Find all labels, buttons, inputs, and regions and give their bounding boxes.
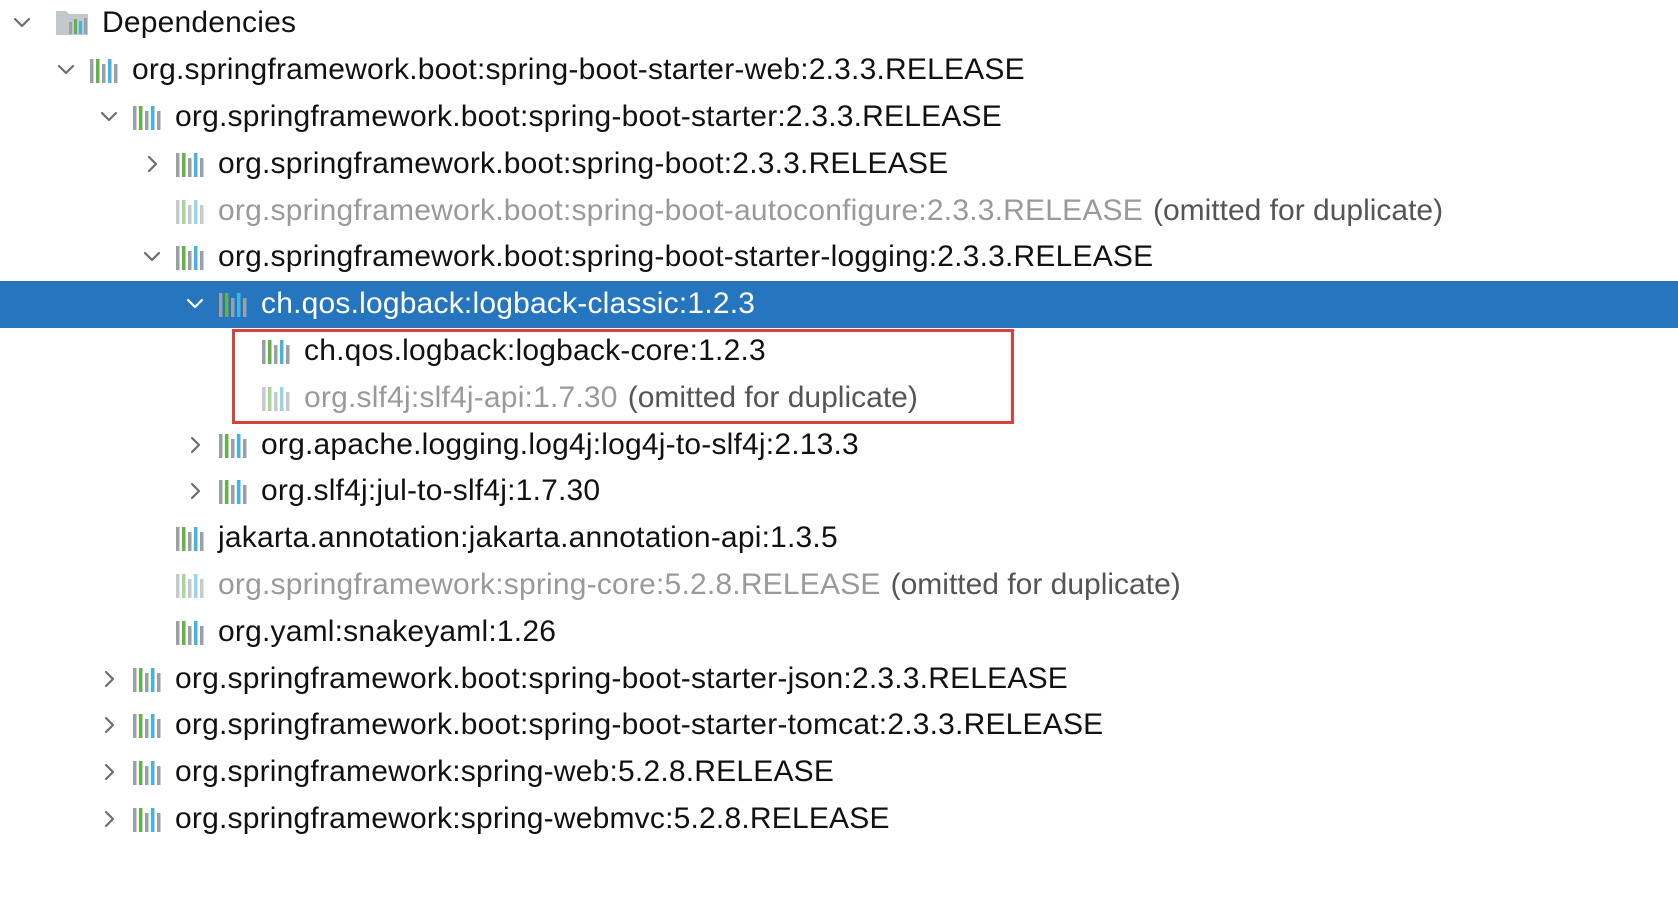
dependency-row[interactable]: org.springframework:spring-core:5.2.8.RE… (0, 562, 1678, 609)
dependency-row[interactable]: org.springframework:spring-web:5.2.8.REL… (0, 749, 1678, 796)
chevron-down-icon[interactable] (87, 94, 131, 140)
dependency-label: org.springframework.boot:spring-boot-sta… (175, 708, 1104, 742)
dependency-row[interactable]: jakarta.annotation:jakarta.annotation-ap… (0, 515, 1678, 562)
dependency-label: org.springframework.boot:spring-boot-sta… (218, 240, 1154, 274)
dependency-row[interactable]: ch.qos.logback:logback-core:1.2.3 (0, 328, 1678, 375)
chevron-down-icon[interactable] (0, 0, 44, 46)
dependency-row[interactable]: org.apache.logging.log4j:log4j-to-slf4j:… (0, 421, 1678, 468)
dependency-row[interactable]: org.slf4j:slf4j-api:1.7.30 (omitted for d… (0, 374, 1678, 421)
dependency-row[interactable]: org.springframework.boot:spring-boot-sta… (0, 234, 1678, 281)
dependency-row[interactable]: org.yaml:snakeyaml:1.26 (0, 608, 1678, 655)
dependency-row[interactable]: org.springframework.boot:spring-boot-sta… (0, 655, 1678, 702)
dependency-label: org.springframework.boot:spring-boot-sta… (175, 99, 1002, 133)
omitted-suffix: (omitted for duplicate) (1152, 193, 1444, 227)
dependency-label: org.springframework:spring-web:5.2.8.REL… (175, 755, 835, 789)
library-icon (260, 335, 296, 367)
dependency-label: org.springframework:spring-webmvc:5.2.8.… (175, 801, 890, 835)
chevron-right-icon[interactable] (87, 796, 131, 842)
dependency-row[interactable]: org.springframework.boot:spring-boot-sta… (0, 47, 1678, 94)
omitted-suffix: (omitted for duplicate) (890, 567, 1181, 601)
library-icon (174, 569, 210, 601)
library-icon (131, 101, 167, 133)
toggle-spacer (216, 328, 260, 374)
omitted-suffix: (omitted for duplicate) (627, 380, 918, 414)
library-icon (260, 382, 296, 414)
library-icon (174, 616, 210, 648)
chevron-right-icon[interactable] (87, 702, 131, 748)
chevron-down-icon[interactable] (173, 281, 217, 327)
dependencies-folder-icon (54, 7, 98, 39)
chevron-right-icon[interactable] (173, 422, 217, 468)
library-icon (174, 195, 210, 227)
toggle-spacer (130, 188, 174, 234)
dependency-label: org.slf4j:slf4j-api:1.7.30 (304, 380, 618, 414)
dependency-row[interactable]: org.slf4j:jul-to-slf4j:1.7.30 (0, 468, 1678, 515)
tree-root-dependencies[interactable]: Dependencies (0, 0, 1678, 47)
library-icon (131, 709, 167, 741)
chevron-right-icon[interactable] (87, 749, 131, 795)
dependency-label: org.springframework.boot:spring-boot-sta… (175, 661, 1069, 695)
chevron-right-icon[interactable] (130, 141, 174, 187)
library-icon (174, 148, 210, 180)
dependency-label: org.springframework.boot:spring-boot-aut… (218, 193, 1143, 227)
toggle-spacer (216, 375, 260, 421)
dependency-tree: Dependencies org.springframework.boot:sp… (0, 0, 1678, 842)
dependency-row[interactable]: org.springframework.boot:spring-boot-sta… (0, 94, 1678, 141)
dependency-row[interactable]: org.springframework:spring-webmvc:5.2.8.… (0, 796, 1678, 843)
library-icon (174, 241, 210, 273)
library-icon (174, 522, 210, 554)
chevron-down-icon[interactable] (130, 234, 174, 280)
dependency-label: org.yaml:snakeyaml:1.26 (218, 614, 557, 648)
dependency-label: org.springframework.boot:spring-boot-sta… (132, 53, 1025, 87)
library-icon (131, 756, 167, 788)
chevron-right-icon[interactable] (173, 468, 217, 514)
dependency-row[interactable]: org.springframework.boot:spring-boot-aut… (0, 187, 1678, 234)
dependency-row[interactable]: org.springframework.boot:spring-boot:2.3… (0, 140, 1678, 187)
dependency-label: org.slf4j:jul-to-slf4j:1.7.30 (261, 474, 601, 508)
dependency-row[interactable]: org.springframework.boot:spring-boot-sta… (0, 702, 1678, 749)
dependency-label: org.springframework:spring-core:5.2.8.RE… (218, 567, 881, 601)
chevron-right-icon[interactable] (87, 656, 131, 702)
dependency-label: org.apache.logging.log4j:log4j-to-slf4j:… (261, 427, 859, 461)
library-icon (217, 475, 253, 507)
toggle-spacer (130, 562, 174, 608)
chevron-down-icon[interactable] (44, 47, 88, 93)
library-icon (131, 663, 167, 695)
dependency-row[interactable]: ch.qos.logback:logback-classic:1.2.3 (0, 280, 1678, 328)
dependency-label: jakarta.annotation:jakarta.annotation-ap… (218, 521, 838, 555)
dependency-label: ch.qos.logback:logback-classic:1.2.3 (261, 287, 756, 321)
dependency-label: org.springframework.boot:spring-boot:2.3… (218, 146, 949, 180)
toggle-spacer (130, 515, 174, 561)
library-icon (217, 288, 253, 320)
dependency-label: ch.qos.logback:logback-core:1.2.3 (304, 333, 766, 367)
library-icon (88, 54, 124, 86)
library-icon (131, 803, 167, 835)
toggle-spacer (130, 609, 174, 655)
tree-root-label: Dependencies (102, 6, 297, 40)
library-icon (217, 429, 253, 461)
